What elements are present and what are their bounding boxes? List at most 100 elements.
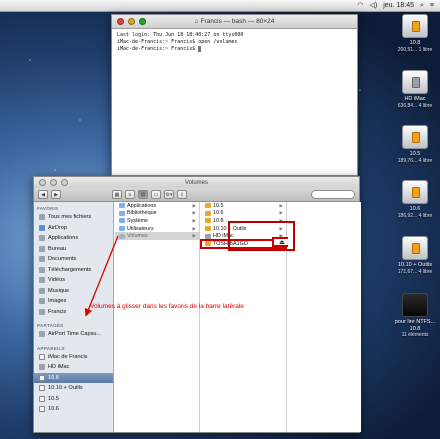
sidebar-item-airdrop[interactable]: AirDrop: [34, 223, 113, 234]
list-item[interactable]: Utilisateurs ▶: [115, 225, 199, 233]
desktop-folder-ntfs[interactable]: pour lire NTFS... 10.8 11 éléments: [390, 293, 440, 339]
dark-folder-icon: [402, 293, 428, 317]
highlight-box: [228, 221, 295, 251]
back-button[interactable]: ◀: [38, 190, 48, 199]
list-item[interactable]: 10.6 ▶: [201, 210, 286, 218]
drive-icon: [39, 385, 45, 392]
chevron-right-icon: ▶: [192, 233, 196, 239]
zoom-button[interactable]: [61, 179, 68, 186]
folder-icon: [119, 226, 125, 232]
usb-drive-icon: [402, 180, 428, 204]
sidebar-item-musique[interactable]: Musique: [34, 286, 113, 297]
minimize-button[interactable]: [50, 179, 57, 186]
forward-button[interactable]: ▶: [51, 190, 61, 199]
sidebar-header-favoris: FAVORIS: [37, 206, 59, 211]
sidebar-item-videos[interactable]: Vidéos: [34, 275, 113, 286]
usb-drive-icon: [402, 125, 428, 149]
terminal-line: Last login: Thu Jun 18 18:40:27 on ttys0…: [117, 32, 244, 38]
terminal-content[interactable]: Last login: Thu Jun 18 18:40:27 on ttys0…: [112, 29, 357, 56]
search-icon[interactable]: ⌕: [420, 0, 424, 12]
wifi-icon[interactable]: ◠: [357, 0, 363, 12]
time-capsule-icon: [39, 331, 45, 338]
desktop-icon: [39, 245, 45, 252]
terminal-title: Francis — bash — 80×24: [200, 18, 275, 25]
list-view-button[interactable]: ≡: [125, 190, 135, 199]
minimize-button[interactable]: [128, 18, 135, 25]
zoom-button[interactable]: [139, 18, 146, 25]
music-icon: [39, 287, 45, 294]
folder-icon: [119, 233, 125, 239]
browser-column-root: Applications ▶ Bibliothèque ▶ Système ▶ Uti…: [115, 202, 200, 432]
terminal-line: iMac-de-Francis:~ Francis$ open /volumes: [117, 39, 238, 45]
menu-list-icon[interactable]: ≡: [430, 0, 434, 12]
desktop-volume-10-6[interactable]: 10.6 186,92... 4 libre: [390, 180, 440, 219]
sidebar-item-imac-de-francis[interactable]: iMac de Francis: [34, 352, 113, 363]
sidebar-item-applications[interactable]: Applications: [34, 233, 113, 244]
close-button[interactable]: [117, 18, 124, 25]
action-gear-button[interactable]: ⚙▾: [164, 190, 174, 199]
menu-bar: ◠ ◁) jeu. 18:45 ⌕ ≡: [0, 0, 440, 12]
desktop-volume-10-10[interactable]: 10.10 + Outils 171,67... 4 libre: [390, 236, 440, 275]
desktop-volume-hd-imac[interactable]: HD iMac 636,84... 4 libre: [390, 70, 440, 109]
all-files-icon: [39, 214, 45, 221]
usb-drive-icon: [402, 236, 428, 260]
chevron-right-icon: ▶: [279, 210, 283, 216]
finder-toolbar: ◀ ▶ ▦ ≡ ▥ ▭ ⚙▾ ⇪: [34, 188, 359, 202]
clock[interactable]: jeu. 18:45: [383, 0, 414, 12]
sidebar-item-hd-imac[interactable]: HD iMac: [34, 362, 113, 373]
usb-drive-icon: [402, 14, 428, 38]
usb-drive-icon: [205, 241, 211, 247]
movies-icon: [39, 277, 45, 284]
sidebar-item-10-6[interactable]: 10.6: [34, 404, 113, 415]
column-view-button[interactable]: ▥: [138, 190, 148, 199]
sidebar-item-10-8[interactable]: 10.8: [34, 372, 113, 383]
sidebar-item-tous-mes-fichiers[interactable]: Tous mes fichiers: [34, 212, 113, 223]
list-item[interactable]: 10.5 ▶: [201, 202, 286, 210]
usb-drive-icon: [205, 218, 211, 224]
finder-sidebar: FAVORIS Tous mes fichiers AirDrop Applic…: [34, 202, 114, 432]
search-input[interactable]: [311, 190, 355, 199]
cursor: _: [198, 46, 202, 52]
sidebar-header-appareils: APPAREILS: [37, 345, 65, 351]
home-icon: ⌂: [194, 18, 199, 25]
sidebar-item-telechargements[interactable]: Téléchargements: [34, 265, 113, 276]
folder-icon: [119, 203, 125, 209]
list-item[interactable]: Système ▶: [115, 217, 199, 225]
desktop-volume-10-8[interactable]: 10.8 200,51... 1 libre: [390, 14, 440, 53]
list-item[interactable]: Applications ▶: [115, 202, 199, 210]
drive-icon: [39, 395, 45, 402]
desktop-volume-10-5[interactable]: 10.5 189,76... 4 libre: [390, 125, 440, 164]
chevron-right-icon: ▶: [192, 210, 196, 216]
documents-icon: [39, 256, 45, 263]
terminal-line: iMac-de-Francis:~ Francis$ _: [117, 46, 202, 52]
imac-icon: [39, 353, 45, 360]
drive-icon: [39, 374, 45, 381]
chevron-right-icon: ▶: [279, 202, 283, 208]
sidebar-item-10-5[interactable]: 10.5: [34, 394, 113, 405]
usb-drive-icon: [205, 203, 211, 209]
hard-drive-icon: [39, 364, 45, 371]
usb-drive-icon: [205, 210, 211, 216]
list-item[interactable]: Bibliothèque ▶: [115, 210, 199, 218]
sidebar-item-10-10-outils[interactable]: 10.10 + Outils: [34, 383, 113, 394]
downloads-icon: [39, 266, 45, 273]
terminal-titlebar[interactable]: ⌂ Francis — bash — 80×24: [112, 15, 357, 29]
chevron-right-icon: ▶: [192, 217, 196, 223]
list-item[interactable]: Volumes ▶: [115, 232, 199, 240]
airdrop-icon: [39, 224, 45, 231]
icon-view-button[interactable]: ▦: [112, 190, 122, 199]
hard-drive-icon: [205, 233, 211, 239]
annotation-text: Volumes à glisser dans les favoris de la…: [90, 303, 244, 310]
terminal-window: ⌂ Francis — bash — 80×24 Last login: Thu…: [111, 14, 358, 176]
coverflow-view-button[interactable]: ▭: [151, 190, 161, 199]
sidebar-item-bureau[interactable]: Bureau: [34, 244, 113, 255]
finder-titlebar[interactable]: Volumes: [34, 177, 359, 188]
finder-title: Volumes: [184, 179, 208, 186]
share-button[interactable]: ⇪: [177, 190, 187, 199]
chevron-right-icon: ▶: [192, 202, 196, 208]
sidebar-item-airport[interactable]: AirPort Time Capsu...: [34, 329, 113, 340]
volume-icon[interactable]: ◁): [370, 0, 378, 12]
chevron-right-icon: ▶: [192, 225, 196, 231]
sidebar-item-documents[interactable]: Documents: [34, 254, 113, 265]
close-button[interactable]: [39, 179, 46, 186]
